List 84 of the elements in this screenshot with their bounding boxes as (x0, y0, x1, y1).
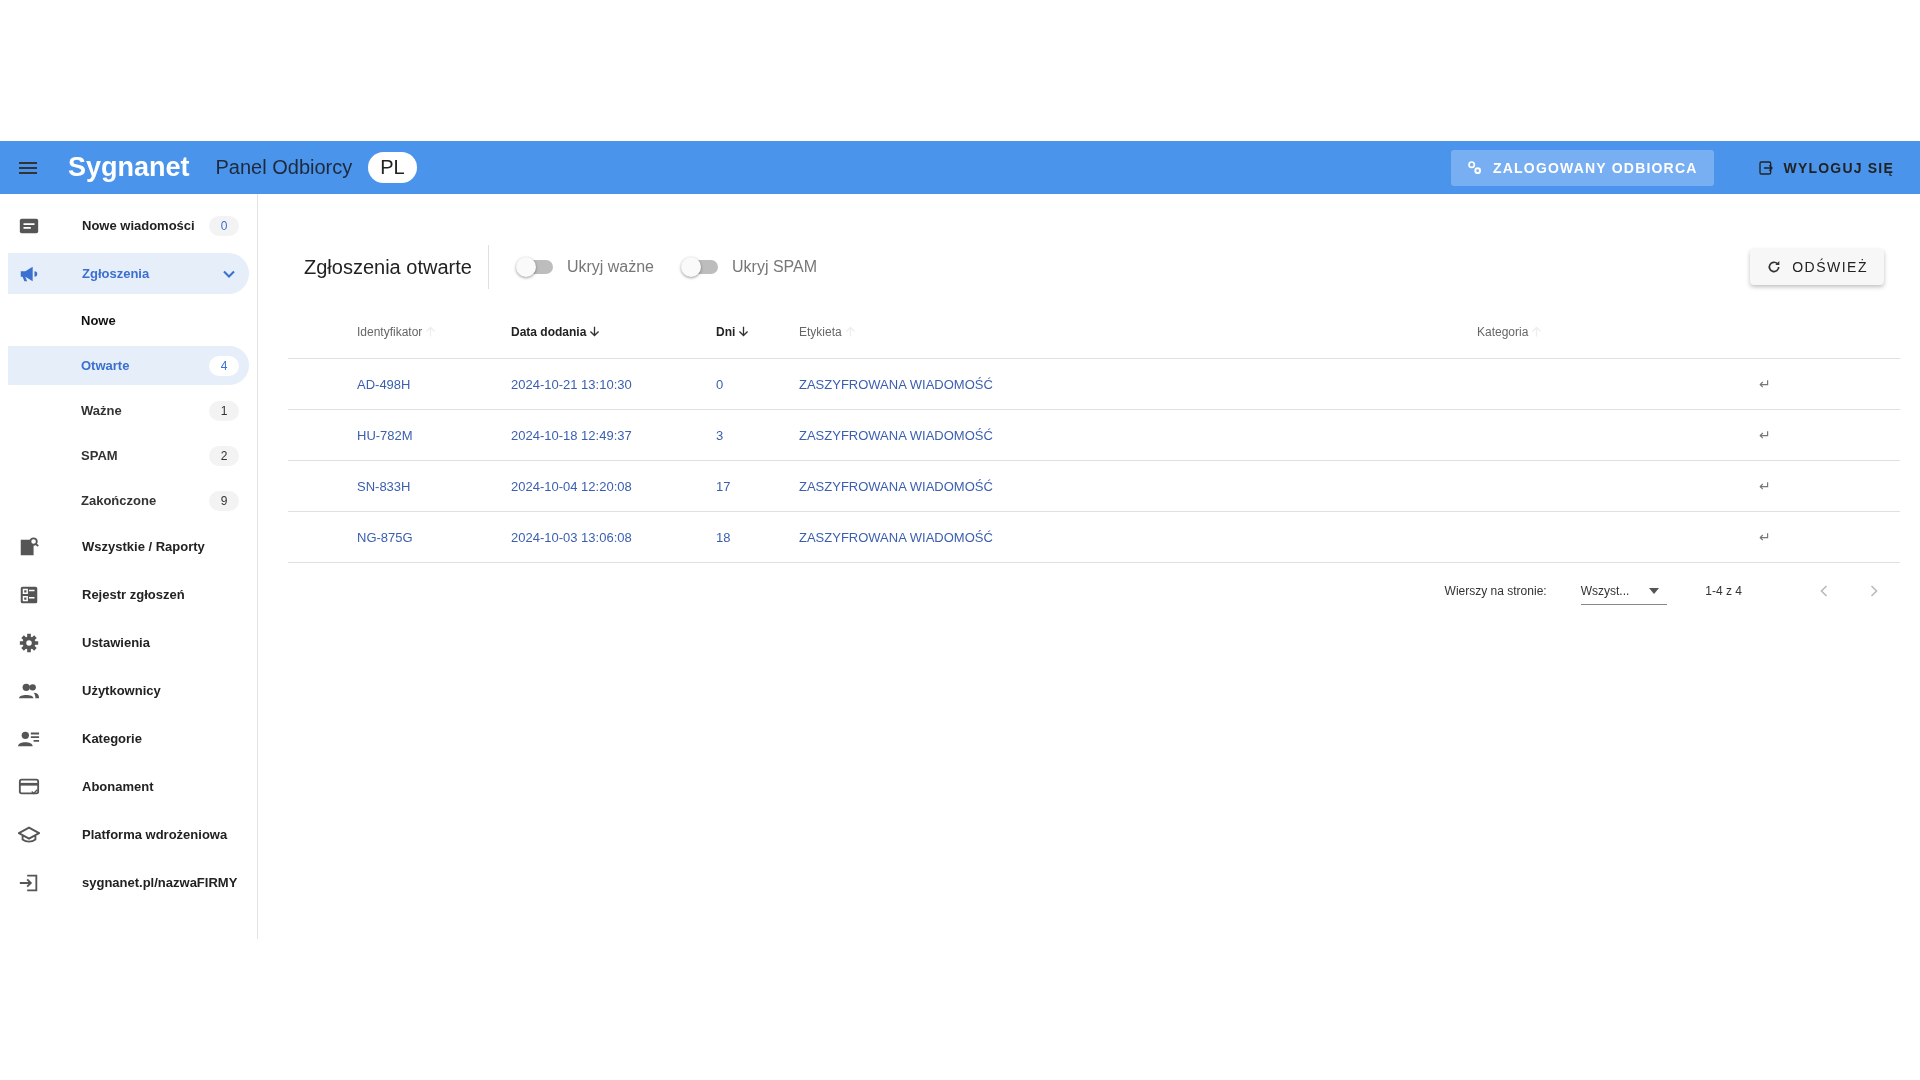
table-cell: ZASZYFROWANA WIADOMOŚĆ (799, 529, 993, 545)
sidebar-item[interactable]: sygnanet.pl/nazwaFIRMY (8, 862, 249, 903)
open-button[interactable]: ↵ (1759, 376, 1771, 392)
table-row[interactable]: NG-875G 2024-10-03 13:06:08 18 ZASZYFROWANA WIADOMOŚĆ ↵ (288, 511, 1900, 563)
open-button[interactable]: ↵ (1759, 478, 1771, 494)
sidebar-label: Zgłoszenia (82, 266, 151, 281)
count-badge: 9 (209, 490, 239, 511)
sidebar-item[interactable]: Nowe wiadomości 0 (8, 205, 249, 246)
page-title: Zgłoszenia otwarte (304, 255, 472, 279)
column-header[interactable]: Etykieta (799, 324, 857, 339)
sidebar-label: Zakończone (81, 493, 158, 508)
toggle-switch[interactable] (518, 260, 553, 274)
search-document-icon (18, 535, 40, 558)
table-cell: HU-782M (357, 427, 413, 443)
sidebar-item[interactable]: Abonament (8, 766, 249, 807)
sidebar-label: Kategorie (82, 731, 143, 746)
sidebar-item[interactable]: Kategorie (8, 718, 249, 759)
logout-button[interactable]: WYLOGUJ SIĘ (1751, 158, 1900, 177)
rows-per-page-label: Wierszy na stronie: (1444, 584, 1547, 598)
column-header[interactable]: Dni (716, 324, 751, 339)
count-badge: 4 (209, 355, 239, 376)
sort-arrow-icon (588, 325, 602, 338)
sidebar-label: Wszystkie / Raporty (82, 539, 206, 554)
table-row[interactable]: SN-833H 2024-10-04 12:20:08 17 ZASZYFROWANA WIADOMOŚĆ ↵ (288, 460, 1900, 512)
open-button[interactable]: ↵ (1759, 427, 1771, 443)
sort-arrow-icon (737, 325, 751, 338)
table-cell: SN-833H (357, 478, 411, 494)
table-cell: 2024-10-03 13:06:08 (511, 529, 632, 545)
refresh-button[interactable]: ODŚWIEŻ (1750, 249, 1884, 285)
count-badge: 1 (209, 400, 239, 421)
count-badge: 2 (209, 445, 239, 466)
panel-title: Panel Odbiorcy (215, 156, 353, 179)
logout-icon (1757, 159, 1774, 176)
table-cell: 0 (716, 376, 724, 392)
open-button[interactable]: ↵ (1759, 529, 1771, 545)
sidebar-item[interactable]: Zgłoszenia (8, 253, 249, 294)
sidebar-label: Ważne (81, 403, 123, 418)
sidebar-label: SPAM (81, 448, 119, 463)
count-badge: 0 (209, 215, 239, 236)
column-header[interactable]: Data dodania (511, 324, 602, 339)
gear-icon (18, 631, 40, 654)
sidebar-subitem[interactable]: Otwarte 4 (8, 346, 249, 385)
sidebar-subitem[interactable]: Nowe (8, 301, 249, 340)
sidebar-label: Użytkownicy (82, 683, 162, 698)
sidebar-subitem[interactable]: Zakończone 9 (8, 481, 249, 520)
language-badge[interactable]: PL (368, 152, 417, 183)
table-cell: ZASZYFROWANA WIADOMOŚĆ (799, 478, 993, 494)
toggle-label: Ukryj ważne (566, 258, 654, 276)
logo: Sygnanet (68, 152, 190, 183)
sidebar-subitem[interactable]: Ważne 1 (8, 391, 249, 430)
sidebar-label: Nowe wiadomości (82, 218, 196, 233)
table-cell: 18 (716, 529, 731, 545)
column-header[interactable]: Kategoria (1477, 324, 1544, 339)
sidebar-subitem[interactable]: SPAM 2 (8, 436, 249, 475)
table-row[interactable]: HU-782M 2024-10-18 12:49:37 3 ZASZYFROWANA WIADOMOŚĆ ↵ (288, 409, 1900, 461)
dropdown-icon (1649, 587, 1660, 594)
sidebar-item[interactable]: Ustawienia (8, 622, 249, 663)
toggle-switch[interactable] (684, 260, 718, 274)
table-cell: 2024-10-04 12:20:08 (511, 478, 632, 494)
sidebar-item[interactable]: Użytkownicy (8, 670, 249, 711)
table-cell: AD-498H (357, 376, 411, 392)
gears-icon (1467, 159, 1483, 176)
sidebar-item[interactable]: Platforma wdrożeniowa (8, 814, 249, 855)
sidebar-item[interactable]: Wszystkie / Raporty (8, 526, 249, 567)
table-cell: 17 (716, 478, 731, 494)
table-cell: ZASZYFROWANA WIADOMOŚĆ (799, 427, 993, 443)
sidebar-label: Otwarte (81, 358, 131, 373)
sidebar-label: Rejestr zgłoszeń (82, 587, 186, 602)
sidebar-item[interactable]: Rejestr zgłoszeń (8, 574, 249, 615)
table-cell: 2024-10-21 13:10:30 (511, 376, 632, 392)
table-cell: 3 (716, 427, 724, 443)
sidebar-label: sygnanet.pl/nazwaFIRMY (82, 875, 239, 890)
toggle-label: Ukryj SPAM (732, 258, 818, 276)
table-cell: NG-875G (357, 529, 413, 545)
page-range: 1-4 z 4 (1705, 584, 1742, 598)
sidebar-label: Abonament (82, 779, 155, 794)
sidebar-label: Ustawienia (82, 635, 151, 650)
table-cell: 2024-10-18 12:49:37 (511, 427, 632, 443)
column-header[interactable]: Identyfikator (357, 324, 438, 339)
sidebar-label: Nowe (81, 313, 117, 328)
sidebar-label: Platforma wdrożeniowa (82, 827, 229, 842)
table-row[interactable]: AD-498H 2024-10-21 13:10:30 0 ZASZYFROWANA WIADOMOŚĆ ↵ (288, 358, 1900, 410)
table-cell: ZASZYFROWANA WIADOMOŚĆ (799, 376, 993, 392)
rows-per-page-select[interactable]: Wszyst... (1580, 577, 1668, 605)
